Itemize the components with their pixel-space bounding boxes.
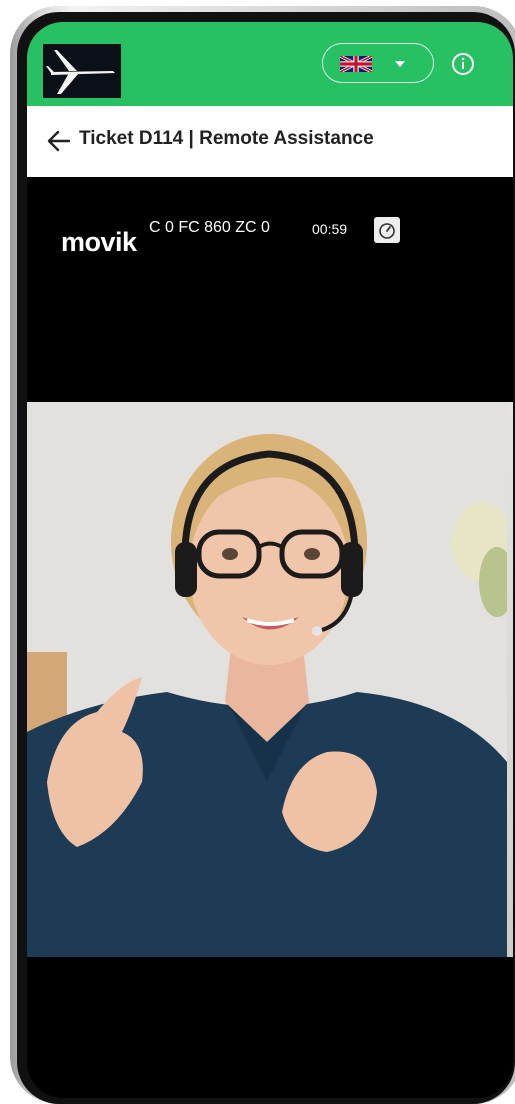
uk-flag-icon [340,56,372,72]
language-selector[interactable] [322,43,434,83]
connection-quality-button[interactable] [374,217,400,243]
info-button[interactable] [451,52,475,76]
session-code: C 0 FC 860 ZC 0 [149,219,270,236]
call-timer: 00:59 [312,221,348,237]
page-header: Ticket D114 | Remote Assistance [27,106,513,177]
info-icon [452,53,474,75]
movik-brand-logo: movik [61,227,137,257]
arrow-left-icon[interactable] [47,130,71,152]
app-screen: Ticket D114 | Remote Assistance movik C … [27,22,513,1098]
video-feed-image [27,402,513,957]
session-info-bar: C 0 FC 860 ZC 0 00:59 [149,214,407,248]
page-title: Ticket D114 | Remote Assistance [79,128,374,149]
remote-video-stream: movik C 0 FC 860 ZC 0 00:59 [27,177,513,1098]
app-logo [43,44,121,98]
airplane-logo-icon [43,44,121,98]
phone-bezel: Ticket D114 | Remote Assistance movik C … [17,12,515,1104]
top-app-bar [27,22,513,106]
speedometer-icon [379,223,395,239]
phone-frame: Ticket D114 | Remote Assistance movik C … [10,6,515,1104]
chevron-down-icon[interactable] [395,61,405,67]
support-agent-image [27,402,513,957]
